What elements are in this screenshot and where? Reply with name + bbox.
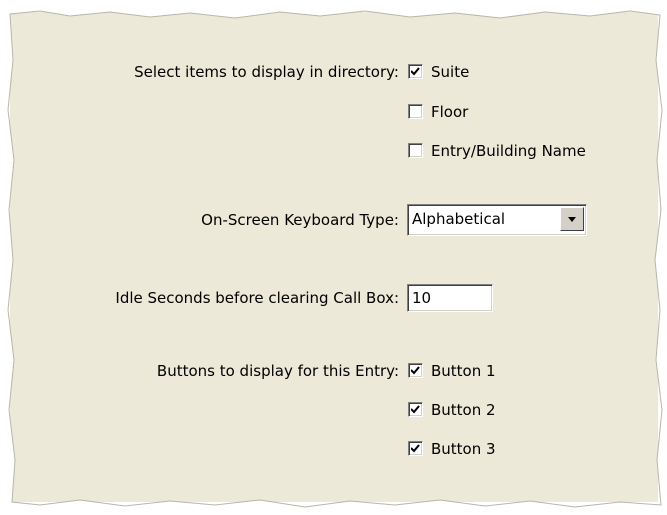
- keyboard-type-select[interactable]: Alphabetical: [407, 204, 587, 236]
- dropdown-button[interactable]: [560, 207, 584, 231]
- directory-items-label: Select items to display in directory:: [134, 63, 399, 81]
- entry-building-name-checkbox-label: Entry/Building Name: [431, 142, 586, 160]
- button-2-checkbox-label: Button 2: [431, 401, 496, 419]
- suite-checkbox[interactable]: [408, 64, 423, 79]
- checkmark-icon: [411, 366, 420, 375]
- checkmark-icon: [411, 67, 420, 76]
- entry-building-name-checkbox[interactable]: [408, 143, 423, 158]
- settings-panel: [10, 12, 658, 502]
- button-3-checkbox[interactable]: [408, 441, 423, 456]
- idle-seconds-input[interactable]: [407, 284, 493, 312]
- floor-checkbox[interactable]: [408, 104, 423, 119]
- keyboard-type-value: Alphabetical: [412, 210, 506, 228]
- idle-seconds-label: Idle Seconds before clearing Call Box:: [115, 289, 399, 307]
- chevron-down-icon: [568, 217, 576, 222]
- buttons-display-label: Buttons to display for this Entry:: [156, 362, 399, 380]
- button-1-checkbox-label: Button 1: [431, 362, 496, 380]
- checkmark-icon: [411, 405, 420, 414]
- suite-checkbox-label: Suite: [431, 63, 470, 81]
- keyboard-type-label: On-Screen Keyboard Type:: [201, 211, 399, 229]
- button-1-checkbox[interactable]: [408, 363, 423, 378]
- checkmark-icon: [411, 444, 420, 453]
- button-2-checkbox[interactable]: [408, 402, 423, 417]
- button-3-checkbox-label: Button 3: [431, 440, 496, 458]
- floor-checkbox-label: Floor: [431, 103, 469, 121]
